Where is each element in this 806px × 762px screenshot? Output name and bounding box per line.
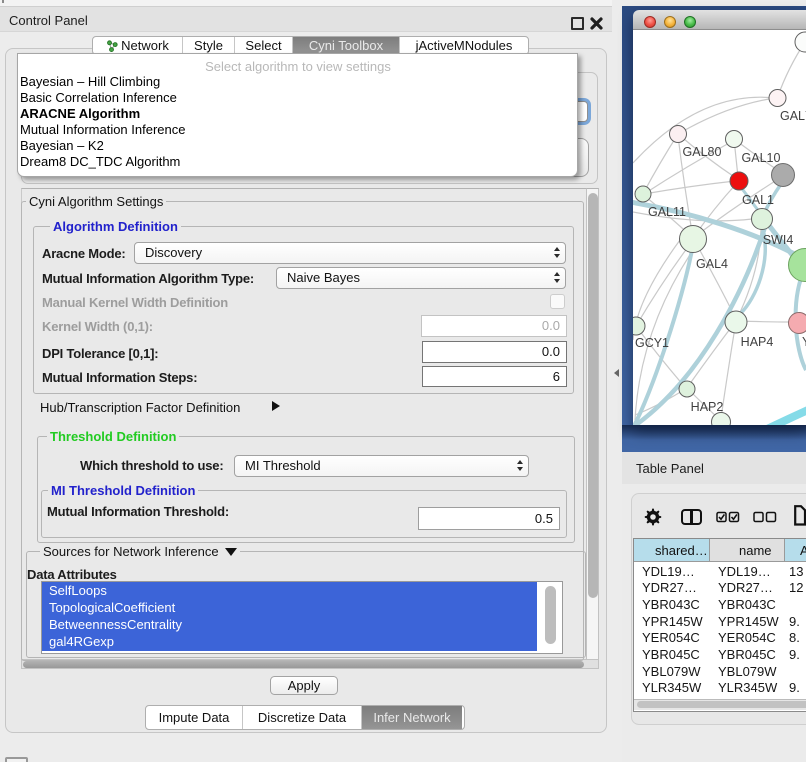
svg-text:GAL4: GAL4 <box>696 257 728 271</box>
svg-text:HAP4: HAP4 <box>741 335 774 349</box>
svg-text:GAL7: GAL7 <box>780 109 806 123</box>
svg-text:SWI4: SWI4 <box>763 233 794 247</box>
svg-text:GCY1: GCY1 <box>635 336 669 350</box>
svg-text:GAL10: GAL10 <box>742 151 781 165</box>
svg-text:GAL11: GAL11 <box>648 205 686 219</box>
svg-text:GAL1: GAL1 <box>742 193 774 207</box>
svg-text:GAL80: GAL80 <box>683 145 722 159</box>
svg-text:Y: Y <box>802 335 806 349</box>
svg-text:HAP2: HAP2 <box>691 400 724 414</box>
